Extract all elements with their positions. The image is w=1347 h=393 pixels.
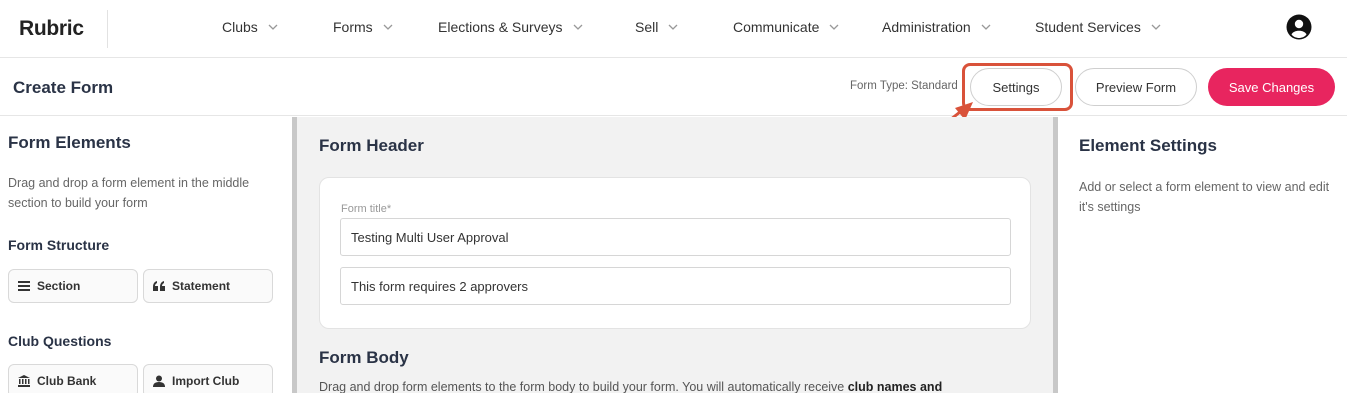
chevron-down-icon bbox=[267, 21, 279, 33]
club-questions-title: Club Questions bbox=[8, 333, 112, 349]
form-builder-panel: Form Header Form title* Form Body Drag a… bbox=[292, 117, 1058, 393]
page-title: Create Form bbox=[13, 78, 114, 97]
nav-item-administration[interactable]: Administration bbox=[882, 19, 992, 35]
logo-divider bbox=[107, 10, 108, 48]
element-label: Section bbox=[37, 279, 81, 293]
nav-item-sell[interactable]: Sell bbox=[635, 19, 679, 35]
form-header-title: Form Header bbox=[319, 136, 424, 155]
person-icon bbox=[153, 375, 165, 387]
nav-item-label: Administration bbox=[882, 19, 971, 35]
element-settings-description: Add or select a form element to view and… bbox=[1079, 180, 1330, 214]
form-title-input[interactable] bbox=[340, 218, 1011, 256]
user-circle-icon[interactable] bbox=[1286, 14, 1312, 40]
element-label: Statement bbox=[172, 279, 231, 293]
form-body-bold-text: club names and bbox=[847, 380, 943, 393]
form-body-text: Drag and drop form elements to the form … bbox=[319, 380, 848, 393]
element-label: Club Bank bbox=[37, 374, 97, 388]
element-settings-panel: Element Settings Add or select a form el… bbox=[1058, 117, 1347, 393]
nav-item-label: Sell bbox=[635, 19, 659, 35]
chevron-down-icon bbox=[1150, 21, 1162, 33]
nav-item-label: Elections & Surveys bbox=[438, 19, 563, 35]
nav-item-forms[interactable]: Forms bbox=[333, 19, 394, 35]
form-type-label: Form Type: Standard bbox=[850, 80, 958, 92]
preview-form-button[interactable]: Preview Form bbox=[1075, 68, 1197, 106]
nav-item-label: Communicate bbox=[733, 19, 820, 35]
nav-item-label: Clubs bbox=[222, 19, 258, 35]
nav-item-elections-surveys[interactable]: Elections & Surveys bbox=[438, 19, 584, 35]
chevron-down-icon bbox=[382, 21, 394, 33]
statement-element-button[interactable]: Statement bbox=[143, 269, 273, 303]
settings-button[interactable]: Settings bbox=[970, 68, 1062, 106]
nav-item-label: Student Services bbox=[1035, 19, 1141, 35]
chevron-down-icon bbox=[980, 21, 992, 33]
form-elements-panel: Form Elements Drag and drop a form eleme… bbox=[0, 117, 292, 393]
nav-item-clubs[interactable]: Clubs bbox=[222, 19, 279, 35]
bank-icon bbox=[18, 375, 30, 387]
element-settings-title: Element Settings bbox=[1079, 136, 1217, 155]
nav-item-student-services[interactable]: Student Services bbox=[1035, 19, 1162, 35]
import-club-element-button[interactable]: Import Club bbox=[143, 364, 273, 393]
logo[interactable]: Rubric bbox=[19, 17, 84, 41]
top-navigation: Rubric Clubs Forms Elections & Surveys S… bbox=[0, 0, 1347, 58]
nav-item-label: Forms bbox=[333, 19, 373, 35]
section-element-button[interactable]: Section bbox=[8, 269, 138, 303]
form-header-card: Form title* bbox=[319, 177, 1031, 329]
list-icon bbox=[18, 280, 30, 292]
form-title-label: Form title* bbox=[341, 203, 392, 215]
quote-icon bbox=[153, 280, 165, 292]
chevron-down-icon bbox=[572, 21, 584, 33]
form-body-title: Form Body bbox=[319, 348, 409, 367]
save-changes-button[interactable]: Save Changes bbox=[1208, 68, 1335, 106]
form-elements-description: Drag and drop a form element in the midd… bbox=[8, 176, 250, 210]
chevron-down-icon bbox=[667, 21, 679, 33]
form-description-input[interactable] bbox=[340, 267, 1011, 305]
club-bank-element-button[interactable]: Club Bank bbox=[8, 364, 138, 393]
form-structure-title: Form Structure bbox=[8, 237, 110, 253]
form-elements-title: Form Elements bbox=[8, 133, 131, 152]
form-body-description: Drag and drop form elements to the form … bbox=[319, 380, 942, 393]
page-header: Create Form Form Type: Standard Settings… bbox=[0, 58, 1347, 116]
nav-item-communicate[interactable]: Communicate bbox=[733, 19, 840, 35]
element-label: Import Club bbox=[172, 374, 240, 388]
chevron-down-icon bbox=[828, 21, 840, 33]
